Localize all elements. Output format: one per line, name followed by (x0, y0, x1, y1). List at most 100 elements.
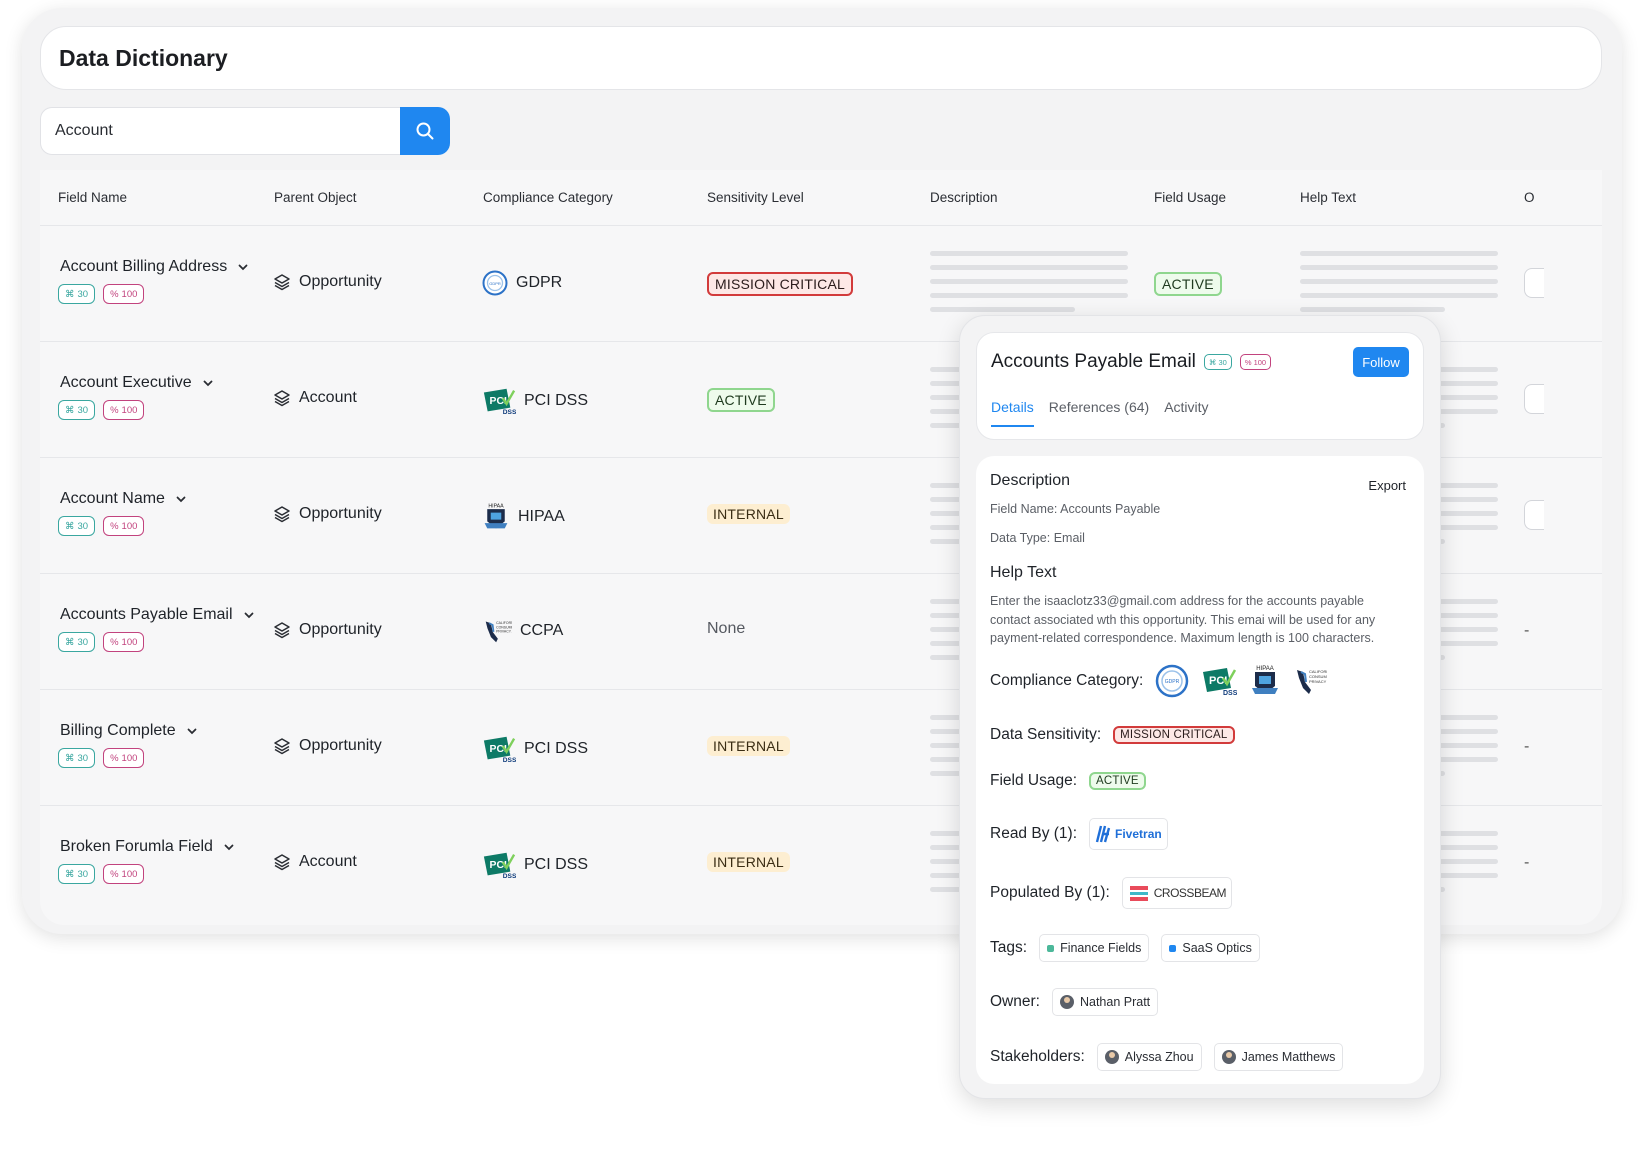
panel-title: Accounts Payable Email ⌘ 30 % 100 (991, 351, 1272, 373)
usage-count-badge: ⌘ 30 (58, 748, 96, 768)
column-header[interactable]: O (1524, 190, 1535, 205)
stakeholder-chip[interactable]: James Matthews (1213, 1043, 1344, 1071)
field-detail-panel: Accounts Payable Email ⌘ 30 % 100 Follow… (959, 315, 1441, 1099)
svg-text:DSS: DSS (503, 873, 516, 880)
compliance-cell: CALIFORNIACONSUMERPRIVACY ACT CCPA (482, 618, 563, 644)
field-name-cell[interactable]: Account Billing Address (60, 258, 249, 276)
avatar (1221, 1050, 1236, 1064)
compliance-category: PCI DSS (524, 740, 589, 757)
export-button[interactable]: Export (1368, 478, 1406, 493)
sensitivity-badge: INTERNAL (707, 852, 790, 872)
crossbeam-icon (1129, 886, 1148, 901)
pci-dss-icon: PCIDSS (483, 852, 516, 880)
compliance-category: GDPR (516, 274, 563, 291)
layers-icon (274, 274, 290, 291)
column-header[interactable]: Help Text (1300, 190, 1356, 205)
field-name-cell[interactable]: Broken Forumla Field (60, 838, 235, 856)
percent-badge: % 100 (103, 864, 145, 884)
tag-chip[interactable]: Finance Fields (1039, 934, 1150, 962)
field-name[interactable]: Billing Complete (60, 722, 176, 740)
field-name[interactable]: Accounts Payable Email (60, 606, 233, 624)
parent-object-cell: Opportunity (273, 737, 382, 755)
parent-object-cell: Opportunity (273, 505, 382, 523)
sensitivity-cell: MISSION CRITICAL (707, 272, 853, 296)
usage-count-badge: ⌘ 30 (58, 864, 96, 884)
row-edge-icon[interactable] (1524, 384, 1544, 414)
svg-text:DSS: DSS (503, 409, 516, 416)
populated-by-row: Populated By (1): CROSSBEAM (990, 877, 1232, 909)
chevron-down-icon[interactable] (237, 261, 249, 273)
field-name[interactable]: Account Executive (60, 374, 192, 392)
hipaa-icon: HIPAA (484, 503, 508, 529)
usage-count-badge: ⌘ 30 (58, 400, 96, 420)
chevron-down-icon[interactable] (202, 377, 214, 389)
column-header[interactable]: Field Name (58, 190, 127, 205)
field-name-cell[interactable]: Account Name (60, 490, 187, 508)
parent-object: Account (299, 389, 357, 406)
svg-text:GDPR: GDPR (489, 281, 501, 286)
compliance-cell: PCI DSS PCI DSS (482, 850, 588, 880)
sensitivity-badge: MISSION CRITICAL (707, 272, 853, 296)
field-name[interactable]: Broken Forumla Field (60, 838, 213, 856)
column-header[interactable]: Field Usage (1154, 190, 1226, 205)
stakeholders-row: Stakeholders: Alyssa Zhou James Matthews (990, 1043, 1344, 1071)
parent-object-cell: Account (273, 853, 357, 871)
search-input[interactable] (40, 107, 400, 155)
tab-activity[interactable]: Activity (1164, 399, 1208, 427)
description-heading: Description (990, 472, 1071, 489)
field-name-cell[interactable]: Billing Complete (60, 722, 198, 740)
owner-chip[interactable]: Nathan Pratt (1051, 988, 1159, 1016)
usage-count-badge: ⌘ 30 (1203, 354, 1232, 370)
search-button[interactable] (400, 107, 450, 155)
tag-color-dot (1169, 944, 1177, 952)
column-header[interactable]: Compliance Category (483, 190, 613, 205)
crossbeam-logo-chip[interactable]: CROSSBEAM (1121, 877, 1232, 909)
row-edge-icon[interactable] (1524, 500, 1544, 530)
populated-by-label: Populated By (1): (990, 884, 1110, 901)
stakeholder-name: James Matthews (1241, 1050, 1336, 1064)
description-placeholder (930, 251, 1128, 321)
tab-details[interactable]: Details (991, 399, 1034, 427)
sensitivity-cell: None (707, 620, 745, 638)
tag-label: SaaS Optics (1182, 941, 1252, 955)
svg-text:HIPAA: HIPAA (1257, 666, 1275, 672)
chevron-down-icon[interactable] (223, 841, 235, 853)
tag-chip[interactable]: SaaS Optics (1161, 934, 1260, 962)
svg-text:HIPAA: HIPAA (488, 503, 504, 509)
column-header[interactable]: Description (930, 190, 998, 205)
row-edge-icon[interactable] (1524, 268, 1544, 298)
percent-badge: % 100 (103, 516, 145, 536)
parent-object-cell: Account (273, 389, 357, 407)
search-bar (40, 107, 450, 155)
panel-header: Accounts Payable Email ⌘ 30 % 100 Follow… (976, 332, 1424, 440)
field-name[interactable]: Account Name (60, 490, 165, 508)
chevron-down-icon[interactable] (175, 493, 187, 505)
owner-label: Owner: (990, 993, 1040, 1010)
fivetran-icon (1095, 825, 1111, 843)
tab-references[interactable]: References (64) (1049, 399, 1149, 427)
tags-row: Tags: Finance Fields SaaS Optics (990, 934, 1260, 962)
ccpa-icon: CALIFORNIACONSUMERPRIVACY ACT (485, 621, 512, 643)
compliance-cell: PCI DSS PCI DSS (482, 734, 588, 764)
column-header[interactable]: Parent Object (274, 190, 357, 205)
field-badges: ⌘ 30 % 100 (58, 516, 145, 536)
column-header[interactable]: Sensitivity Level (707, 190, 804, 205)
field-name[interactable]: Account Billing Address (60, 258, 227, 276)
pci-dss-icon: PCIDSS (1203, 668, 1237, 696)
crossbeam-text: CROSSBEAM (1153, 886, 1227, 900)
compliance-category: PCI DSS (524, 856, 589, 873)
owner-name: Nathan Pratt (1079, 995, 1151, 1009)
layers-icon (274, 854, 290, 871)
follow-button[interactable]: Follow (1353, 347, 1409, 377)
title-bar: Data Dictionary (40, 26, 1602, 90)
chevron-down-icon[interactable] (186, 725, 198, 737)
stakeholder-chip[interactable]: Alyssa Zhou (1096, 1043, 1202, 1071)
svg-text:PRIVACY ACT: PRIVACY ACT (496, 630, 512, 634)
sensitivity-label: Data Sensitivity: (990, 726, 1102, 743)
fivetran-logo-chip[interactable]: Fivetran (1089, 818, 1168, 850)
chevron-down-icon[interactable] (243, 609, 255, 621)
field-name-cell[interactable]: Accounts Payable Email (60, 606, 255, 624)
field-badges: ⌘ 30 % 100 (58, 748, 145, 768)
row-edge-dash: - (1524, 854, 1530, 871)
field-name-cell[interactable]: Account Executive (60, 374, 214, 392)
